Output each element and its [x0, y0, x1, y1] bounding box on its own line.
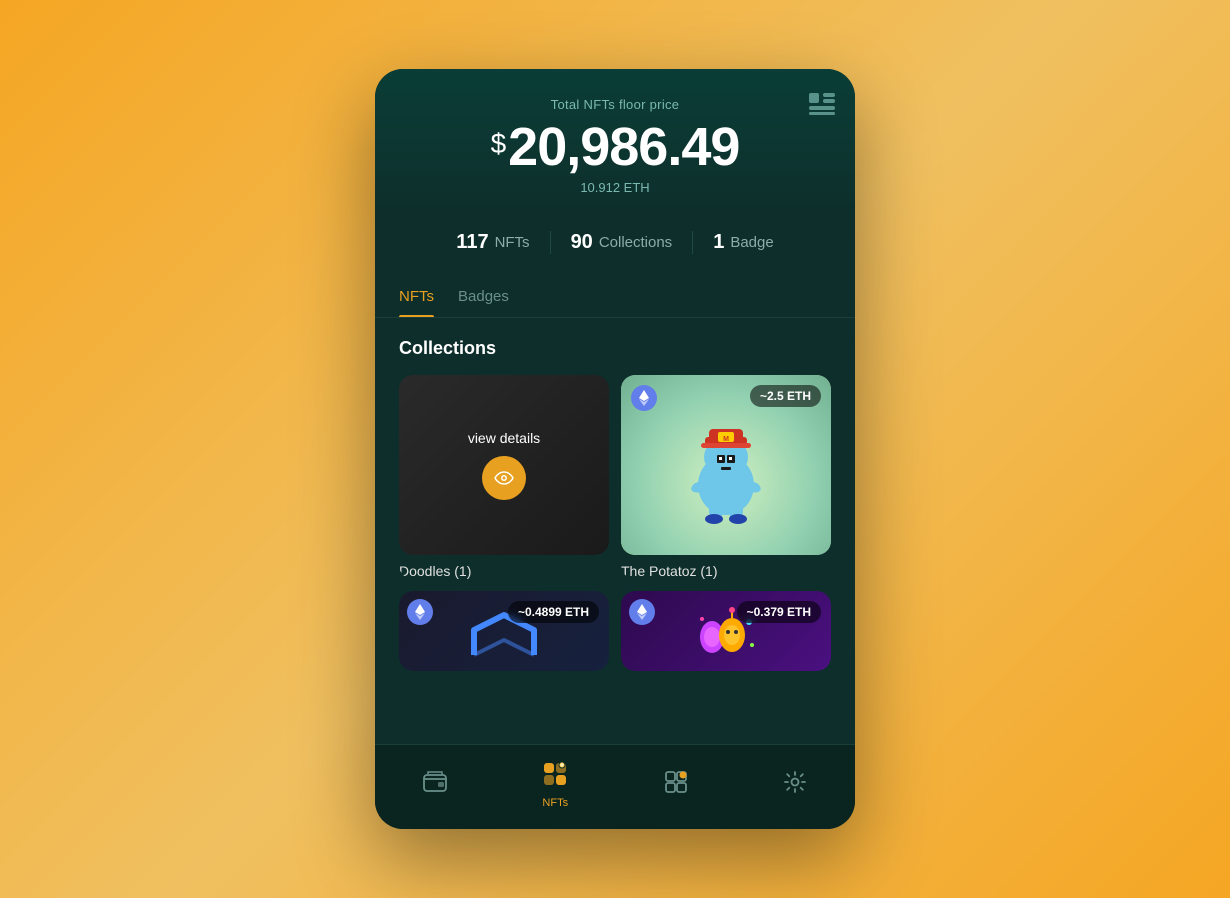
maverick-eth-icon	[407, 599, 433, 625]
layout-icon[interactable]	[809, 93, 835, 121]
potatoz-card[interactable]: ~2.5 ETH	[621, 375, 831, 579]
doodles-visual: view details	[399, 375, 609, 555]
tab-nfts[interactable]: NFTs	[399, 278, 434, 317]
nav-wallet[interactable]	[407, 767, 463, 803]
price-row: $ 20,986.49	[399, 120, 831, 174]
doodles-name: Doodles (1)	[399, 563, 609, 579]
cosmic-eth-badge: ~0.379 ETH	[737, 601, 821, 623]
cosmic-eth-icon	[629, 599, 655, 625]
nfts-label: NFTs	[495, 234, 530, 251]
bottom-row: ~0.4899 ETH	[399, 591, 831, 671]
phone-card: Total NFTs floor price $ 20,986.49 10.91…	[375, 69, 855, 829]
potatoz-visual: ~2.5 ETH	[621, 375, 831, 555]
wallet-icon	[423, 771, 447, 799]
cosmic-visual: ~0.379 ETH	[621, 591, 831, 671]
nav-nfts[interactable]: NFTs	[526, 757, 584, 813]
maverick-eth-value: ~0.4899 ETH	[518, 605, 589, 619]
potatoz-name: The Potatoz (1)	[621, 563, 831, 579]
badge-count: 1	[713, 231, 724, 254]
svg-text:M: M	[723, 436, 729, 443]
collections-label: Collections	[599, 234, 672, 251]
collections-stat[interactable]: 90 Collections	[551, 231, 694, 254]
badge-label: Badge	[730, 234, 773, 251]
collections-grid: view details Doodles (1)	[399, 375, 831, 671]
tab-badges[interactable]: Badges	[458, 278, 509, 317]
collections-title: Collections	[399, 338, 831, 359]
potatoz-eth-badge: ~2.5 ETH	[750, 385, 821, 407]
floor-price-label: Total NFTs floor price	[399, 97, 831, 112]
header-section: Total NFTs floor price $ 20,986.49 10.91…	[375, 69, 855, 215]
tabs-section: NFTs Badges	[375, 270, 855, 318]
eth-icon-left	[631, 385, 657, 411]
nav-settings[interactable]	[767, 766, 823, 804]
collections-count: 90	[571, 231, 593, 254]
apps-icon	[664, 770, 688, 800]
nfts-count: 117	[456, 231, 488, 254]
eye-button[interactable]	[482, 456, 526, 500]
maverick-eth-badge: ~0.4899 ETH	[508, 601, 599, 623]
bottom-nav: NFTs	[375, 744, 855, 829]
maverick-visual: ~0.4899 ETH	[399, 591, 609, 671]
main-content: Collections view details	[375, 318, 855, 744]
dollar-sign: $	[491, 128, 507, 160]
main-price: 20,986.49	[508, 120, 739, 174]
cosmic-eth-value: ~0.379 ETH	[747, 605, 811, 619]
potatoz-eth-value: ~2.5 ETH	[760, 389, 811, 403]
eth-price: 10.912 ETH	[399, 180, 831, 195]
nav-apps[interactable]	[648, 766, 704, 804]
badge-stat[interactable]: 1 Badge	[693, 231, 794, 254]
cosmic-card[interactable]: ~0.379 ETH	[621, 591, 831, 671]
nfts-nav-label: NFTs	[542, 797, 568, 809]
nfts-icon	[542, 761, 568, 793]
stats-row: 117 NFTs 90 Collections 1 Badge	[375, 215, 855, 270]
nfts-stat[interactable]: 117 NFTs	[436, 231, 550, 254]
maverick-card[interactable]: ~0.4899 ETH	[399, 591, 609, 671]
settings-icon	[783, 770, 807, 800]
top-row: view details Doodles (1)	[399, 375, 831, 579]
doodles-card[interactable]: view details Doodles (1)	[399, 375, 609, 579]
view-details-text: view details	[468, 430, 540, 446]
